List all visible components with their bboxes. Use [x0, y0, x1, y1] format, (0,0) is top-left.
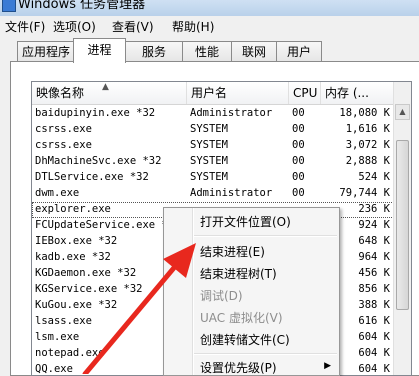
process-cpu: 00 — [292, 171, 305, 183]
process-cpu: 00 — [292, 107, 305, 119]
scroll-up-icon[interactable]: ▲ — [395, 104, 410, 120]
process-memory: 616 K — [358, 315, 390, 327]
vertical-scrollbar[interactable]: ▲ — [393, 82, 411, 375]
tab-services[interactable]: 服务 — [125, 41, 183, 62]
process-name: DhMachineSvc.exe *32 — [35, 155, 162, 167]
process-user: SYSTEM — [190, 139, 228, 151]
table-row[interactable]: DhMachineSvc.exe *32 SYSTEM 00 2,888 K — [32, 154, 394, 170]
table-row[interactable]: DTLService.exe *32 SYSTEM 00 524 K — [32, 170, 394, 186]
menu-help[interactable]: 帮助(H) — [172, 18, 214, 35]
process-name: QQ.exe — [35, 363, 73, 375]
process-memory: 604 K — [358, 347, 390, 359]
process-memory: 924 K — [358, 219, 390, 231]
process-name: KuGou.exe *32 — [35, 299, 118, 311]
process-name: csrss.exe — [35, 123, 92, 135]
column-header: ▲ 映像名称 用户名 CPU 内存 (... — [32, 82, 411, 105]
menu-icon-gutter — [192, 208, 194, 375]
column-memory[interactable]: 内存 (... — [321, 82, 394, 104]
process-memory: 964 K — [358, 251, 390, 263]
process-name: DTLService.exe *32 — [35, 171, 149, 183]
process-user: Administrator — [190, 107, 273, 119]
menu-end-process-tree[interactable]: 结束进程树(T) — [200, 265, 277, 282]
process-cpu: 00 — [292, 123, 305, 135]
process-memory: 648 K — [358, 235, 390, 247]
process-name: lsass.exe — [35, 315, 92, 327]
tab-applications[interactable]: 应用程序 — [17, 41, 75, 62]
process-name: KGDaemon.exe *32 — [35, 267, 137, 279]
table-row[interactable]: dwm.exe Administrator 00 79,744 K — [32, 186, 394, 202]
process-cpu: 00 — [292, 139, 305, 151]
process-name: IEBox.exe *32 — [35, 235, 118, 247]
process-name: csrss.exe — [35, 139, 92, 151]
tab-networking[interactable]: 联网 — [231, 41, 277, 62]
process-cpu: 00 — [292, 187, 305, 199]
process-user: SYSTEM — [190, 155, 228, 167]
process-memory: 1,616 K — [345, 123, 390, 135]
tab-performance[interactable]: 性能 — [182, 41, 232, 62]
menu-view[interactable]: 查看(V) — [112, 18, 154, 35]
scroll-thumb[interactable] — [396, 140, 409, 310]
menu-open-file-location[interactable]: 打开文件位置(O) — [200, 213, 291, 230]
process-memory: 2,888 K — [345, 155, 390, 167]
process-cpu: 00 — [292, 155, 305, 167]
menu-create-dump-file[interactable]: 创建转储文件(C) — [200, 331, 290, 348]
menu-separator — [194, 353, 337, 355]
menu-uac-virtualization: UAC 虚拟化(V) — [200, 311, 283, 325]
process-memory: 3,072 K — [345, 139, 390, 151]
context-menu: 打开文件位置(O) 结束进程(E) 结束进程树(T) 调试(D) UAC 虚拟化… — [163, 207, 340, 376]
tab-processes[interactable]: 进程 — [73, 38, 126, 63]
submenu-arrow-icon: ▶ — [324, 361, 331, 371]
process-name: dwm.exe — [35, 187, 80, 199]
process-user: Administrator — [190, 187, 273, 199]
window-title: Windows 任务管理器 — [18, 0, 146, 12]
menu-set-priority[interactable]: 设置优先级(P) — [200, 359, 277, 375]
menu-file[interactable]: 文件(F) — [5, 18, 45, 35]
process-memory: 856 K — [358, 283, 390, 295]
process-name: notepad.exe — [35, 347, 105, 359]
process-memory: 18,080 K — [339, 107, 390, 119]
menu-separator — [194, 235, 337, 237]
column-user-name[interactable]: 用户名 — [187, 82, 289, 104]
column-image-name[interactable]: ▲ 映像名称 — [32, 82, 187, 104]
menu-bar: 文件(F) 选项(O) 查看(V) 帮助(H) — [0, 16, 419, 36]
task-manager-icon — [2, 0, 16, 12]
process-memory: 79,744 K — [339, 187, 390, 199]
process-name: lsm.exe — [35, 331, 80, 343]
process-memory: 604 K — [358, 331, 390, 343]
process-user: SYSTEM — [190, 171, 228, 183]
process-user: SYSTEM — [190, 123, 228, 135]
table-row[interactable]: csrss.exe SYSTEM 00 1,616 K — [32, 122, 394, 138]
process-name: FCUpdateService.exe * — [35, 219, 168, 231]
sort-ascending-icon: ▲ — [102, 82, 109, 92]
process-memory: 524 K — [358, 171, 390, 183]
menu-debug: 调试(D) — [200, 289, 243, 303]
column-cpu[interactable]: CPU — [289, 82, 321, 104]
table-row[interactable]: baidupinyin.exe *32 Administrator 00 18,080… — [32, 106, 394, 122]
process-name: kadb.exe *32 — [35, 251, 111, 263]
menu-options[interactable]: 选项(O) — [53, 18, 96, 35]
menu-end-process[interactable]: 结束进程(E) — [200, 243, 265, 260]
process-name: explorer.exe — [35, 203, 111, 215]
table-row[interactable]: csrss.exe SYSTEM 00 3,072 K — [32, 138, 394, 154]
process-memory: 456 K — [358, 267, 390, 279]
process-name: baidupinyin.exe *32 — [35, 107, 156, 119]
process-memory: 604 K — [358, 363, 390, 375]
process-name: KGService.exe *32 — [35, 283, 143, 295]
title-bar[interactable]: Windows 任务管理器 — [0, 0, 419, 16]
tab-users[interactable]: 用户 — [276, 41, 322, 62]
process-memory: 236 K — [358, 203, 390, 215]
process-memory: 388 K — [358, 299, 390, 311]
